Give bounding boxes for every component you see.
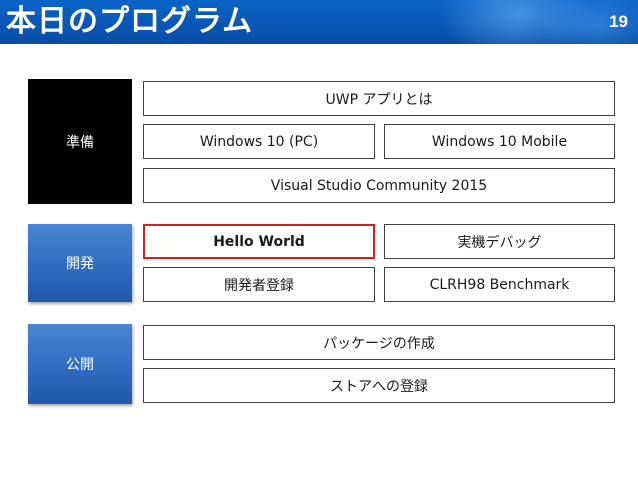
item-create-package: パッケージの作成 bbox=[143, 325, 615, 360]
item-visual-studio: Visual Studio Community 2015 bbox=[143, 168, 615, 203]
slide-header: 本日のプログラム 19 bbox=[0, 0, 638, 44]
item-clrh98-benchmark: CLRH98 Benchmark bbox=[384, 267, 615, 302]
item-uwp-app: UWP アプリとは bbox=[143, 81, 615, 116]
item-developer-registration: 開発者登録 bbox=[143, 267, 375, 302]
slide-title: 本日のプログラム bbox=[6, 4, 254, 39]
item-hello-world: Hello World bbox=[143, 224, 375, 259]
item-windows10-pc: Windows 10 (PC) bbox=[143, 124, 375, 159]
page-number: 19 bbox=[609, 12, 628, 31]
section-label-prep: 準備 bbox=[28, 79, 132, 204]
item-windows10-mobile: Windows 10 Mobile bbox=[384, 124, 615, 159]
section-label-publish: 公開 bbox=[28, 324, 132, 404]
section-label-dev: 開発 bbox=[28, 224, 132, 302]
item-device-debug: 実機デバッグ bbox=[384, 224, 615, 259]
item-store-registration: ストアへの登録 bbox=[143, 368, 615, 403]
